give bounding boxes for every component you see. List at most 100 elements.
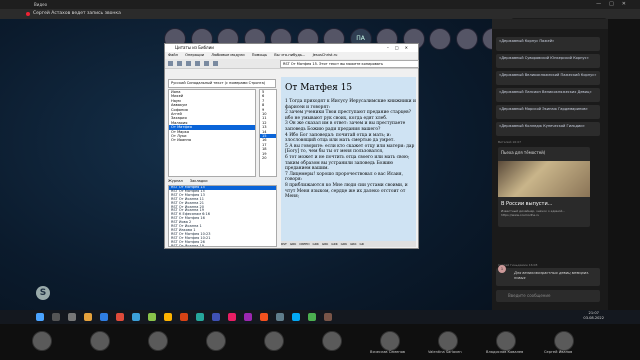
participant-avatar[interactable]: [429, 28, 451, 50]
menu-item[interactable]: Операции: [185, 53, 204, 57]
module-tab[interactable]: CREED: [299, 242, 309, 246]
print-icon[interactable]: [186, 61, 191, 66]
chapter-item[interactable]: 20: [260, 156, 276, 160]
participant-avatar[interactable]: [455, 28, 478, 50]
verse: 8 приближаются ко Мне люди сии устами св…: [285, 182, 408, 200]
app-icon[interactable]: [292, 313, 300, 321]
chat-message: «Державный Суворовский Юнкерский Корпус»: [496, 54, 600, 68]
chat-panel: «Державный Корпус Пажей» «Державный Сувор…: [492, 19, 608, 324]
recording-icon: [26, 12, 30, 16]
skype-taskbar-icon[interactable]: [132, 313, 140, 321]
app-icon[interactable]: [228, 313, 236, 321]
chat-header: [492, 19, 608, 29]
search-icon[interactable]: [52, 313, 60, 321]
verse: 2 зачем ученики Твои преступают предание…: [285, 110, 411, 121]
copy-icon[interactable]: [195, 61, 200, 66]
bible-window: Цитаты из Библии –□✕ Файл Операции Любим…: [164, 43, 419, 249]
participant-name: Сергей Иванов: [544, 350, 573, 354]
participant-tile[interactable]: [206, 331, 226, 351]
participant-tile[interactable]: [322, 331, 342, 351]
menu-item[interactable]: Любимые модули: [211, 53, 244, 57]
search-icon[interactable]: [204, 61, 209, 66]
menu-item[interactable]: Помощь: [252, 53, 267, 57]
verse-list: 1 Тогда приходят к Иисусу Иерусалимские …: [281, 99, 416, 200]
participant-tile[interactable]: [90, 331, 110, 351]
preview-image: [498, 161, 590, 197]
chat-message-text: «Державный Великокняжеский Пажеский Корп…: [499, 73, 597, 77]
menu-item[interactable]: Файл: [168, 53, 178, 57]
last-message-text: Для великовозрастных девиц мемориз. новы…: [514, 271, 590, 280]
edge-icon[interactable]: [100, 313, 108, 321]
app-icon[interactable]: [308, 313, 316, 321]
book-item[interactable]: От Иоанна: [169, 138, 255, 142]
app-icon[interactable]: [164, 313, 172, 321]
taskbar-clock[interactable]: 21:07 03.08.2022: [583, 311, 604, 321]
module-tab[interactable]: GRK: [322, 242, 328, 246]
translation-select[interactable]: Русский Синодальный текст (с номерами Ст…: [168, 79, 276, 88]
reaction-badge[interactable]: 1: [498, 265, 506, 273]
module-tab[interactable]: GRK: [290, 242, 296, 246]
chapter-heading: От Матфея 15: [285, 83, 353, 93]
participant-tile[interactable]: [32, 331, 52, 351]
participant-tile[interactable]: [148, 331, 168, 351]
start-icon[interactable]: [36, 313, 44, 321]
participant-tile[interactable]: [380, 331, 400, 351]
app-icon[interactable]: [260, 313, 268, 321]
window-controls[interactable]: —□✕: [596, 0, 634, 9]
menu-item[interactable]: JesusChrist.ru: [313, 53, 338, 57]
participant-gallery: Вячеслав Семенов Valentina Sarlaven Владис…: [0, 324, 640, 360]
participant-tile[interactable]: [554, 331, 574, 351]
app-icon[interactable]: [180, 313, 188, 321]
module-tab[interactable]: GRK: [350, 242, 356, 246]
last-message: Для великовозрастных девиц мемориз. новы…: [496, 268, 600, 286]
verse: 7 Лицемеры! хорошо пророчествовал о вас …: [285, 171, 403, 183]
forward-icon[interactable]: [177, 61, 182, 66]
chat-message: «Державный Морской Экипаж Гардемаринов»: [496, 105, 600, 119]
module-tab[interactable]: GRK: [313, 242, 319, 246]
window-title: Видео: [34, 2, 48, 7]
module-tab[interactable]: GRK: [341, 242, 347, 246]
participant-name: Вячеслав Семенов: [370, 350, 406, 354]
preview-title: В России выпусти...: [501, 201, 553, 207]
chat-message: «Державный Колледж Купеческой Гильдии»: [496, 122, 600, 136]
taskview-icon[interactable]: [68, 313, 76, 321]
message-input[interactable]: Введите сообщение: [496, 290, 600, 302]
link-preview[interactable]: Пьеха для тёмостей) В России выпусти... …: [498, 147, 590, 227]
preview-desc: Известный дизайнер, значок о единой... h…: [501, 209, 566, 217]
menu-item[interactable]: Вы что-нибудь...: [274, 53, 305, 57]
app-icon[interactable]: [324, 313, 332, 321]
bible-navigator: Русский Синодальный текст (с номерами Ст…: [166, 77, 279, 247]
book-list[interactable]: Иона Михей Наум Аввакум Софония Аггей Захария М…: [168, 89, 256, 177]
module-tab[interactable]: GR: [359, 242, 363, 246]
bible-window-controls[interactable]: –□✕: [387, 44, 414, 52]
back-icon[interactable]: [168, 61, 173, 66]
explorer-icon[interactable]: [84, 313, 92, 321]
history-item[interactable]: RST От Иоанна 19: [169, 244, 276, 246]
chapter-text: От Матфея 15 1 Тогда приходят к Иисусу И…: [281, 77, 416, 241]
app-icon[interactable]: [244, 313, 252, 321]
tab-journal[interactable]: Журнал: [168, 179, 183, 183]
app-icon[interactable]: [196, 313, 204, 321]
module-statusbar: RST GRK CREED GRK GRK GRK GRK GRK GR: [281, 241, 416, 247]
chat-message-text: «Державный Корпус Пажей»: [499, 39, 555, 43]
app-icon[interactable]: [148, 313, 156, 321]
history-list[interactable]: RST От Матфея 15 RST От Матфея 15 RST От М…: [168, 185, 277, 247]
participant-tile[interactable]: [438, 331, 458, 351]
participant-tile[interactable]: [496, 331, 516, 351]
verse: 4 Ибо Бог заповедал: почитай отца и мать…: [285, 132, 395, 144]
module-tab[interactable]: GRK: [331, 242, 337, 246]
participant-name: Valentina Sarlaven: [428, 350, 462, 354]
chapter-list[interactable]: 5 6 7 8 9 10 11 12 13 14 15 16 17 18 19 20: [259, 89, 277, 177]
verse: 1 Тогда приходят к Иисусу Иерусалимские …: [285, 99, 416, 110]
participant-tile[interactable]: [264, 331, 284, 351]
app-icon[interactable]: [276, 313, 284, 321]
chat-message-text: «Державный Суворовский Юнкерский Корпус»: [499, 56, 589, 60]
tab-bookmarks[interactable]: Закладки: [190, 179, 208, 183]
module-tab[interactable]: RST: [281, 242, 287, 246]
app-icon[interactable]: [212, 313, 220, 321]
bible-toolbar: RST От Матфея 15. Этот текст вы можете к…: [165, 59, 419, 69]
app-icon[interactable]: [116, 313, 124, 321]
chat-message-text: «Державный Морской Экипаж Гардемаринов»: [499, 107, 588, 111]
bookmark-icon[interactable]: [213, 61, 218, 66]
reference-field[interactable]: RST От Матфея 15. Этот текст вы можете к…: [280, 60, 419, 68]
